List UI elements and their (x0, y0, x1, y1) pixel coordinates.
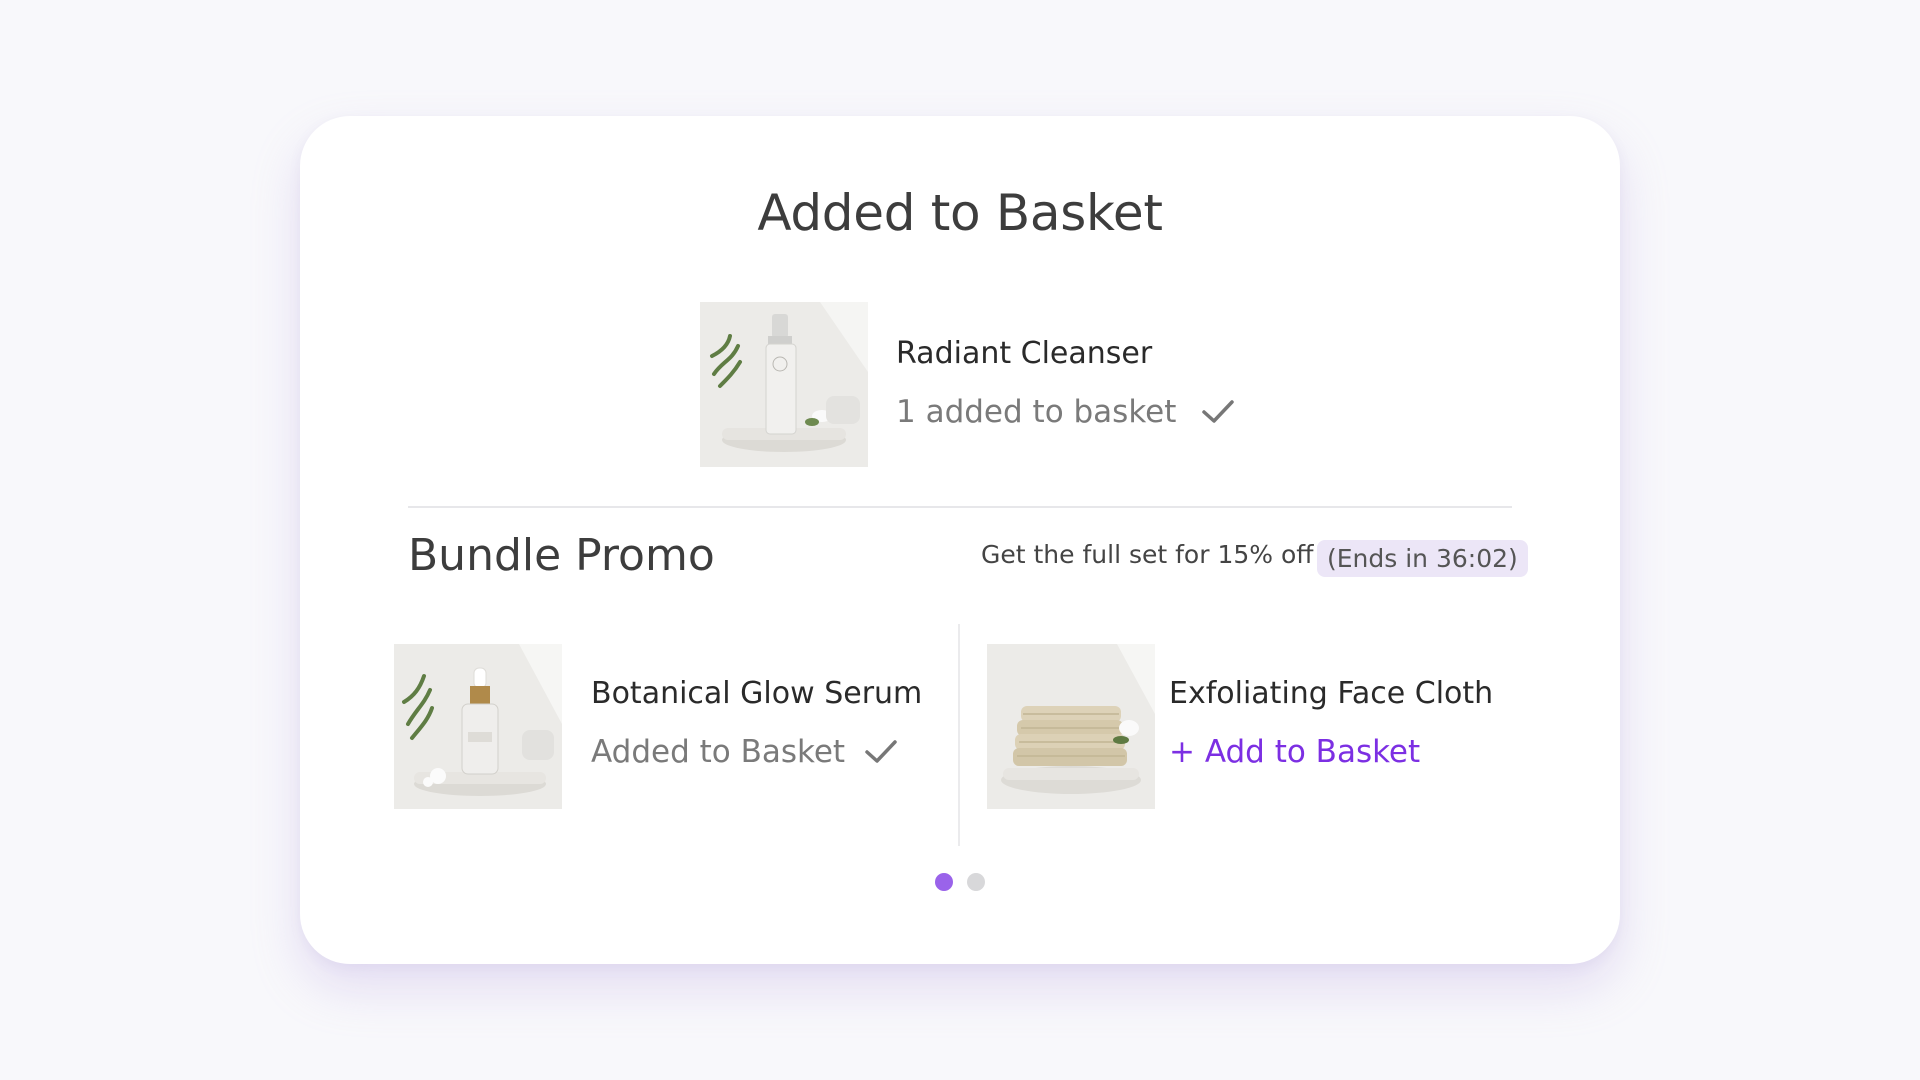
promo-timer-badge: (Ends in 36:02) (1317, 540, 1528, 577)
bundle-column-divider (958, 624, 960, 846)
folded-face-cloths-image (987, 644, 1155, 809)
promo-offer-text: Get the full set for 15% off (981, 540, 1314, 569)
added-to-basket-modal: Added to Basket Radiant Cleanser 1 added… (300, 116, 1620, 964)
serum-product-image (394, 644, 562, 809)
bundle-item-serum: Botanical Glow Serum Added to Basket (394, 644, 934, 812)
added-product: Radiant Cleanser 1 added to basket (700, 302, 1300, 470)
bundle-promo-title: Bundle Promo (408, 530, 715, 581)
modal-title: Added to Basket (757, 184, 1163, 242)
serum-added-status: Added to Basket (591, 734, 899, 770)
section-divider (408, 506, 1512, 508)
added-status: 1 added to basket (896, 394, 1236, 430)
check-icon (1202, 400, 1235, 423)
add-to-basket-link[interactable]: + Add to Basket (1169, 734, 1420, 770)
cleanser-product-image (700, 302, 868, 467)
face-cloth-name: Exfoliating Face Cloth (1169, 676, 1494, 711)
serum-name: Botanical Glow Serum (591, 676, 923, 711)
check-icon (865, 740, 897, 763)
cleanser-bottle-image (700, 302, 868, 467)
bundle-item-face-cloth: Exfoliating Face Cloth + Add to Basket (987, 644, 1547, 812)
carousel-dot-1[interactable] (935, 873, 953, 891)
carousel-pagination (935, 873, 985, 891)
added-status-text: 1 added to basket (896, 394, 1177, 430)
serum-dropper-bottle-image (394, 644, 562, 809)
carousel-dot-2[interactable] (967, 873, 985, 891)
serum-status-text: Added to Basket (591, 734, 846, 770)
face-cloth-product-image (987, 644, 1155, 809)
product-name: Radiant Cleanser (896, 336, 1153, 371)
